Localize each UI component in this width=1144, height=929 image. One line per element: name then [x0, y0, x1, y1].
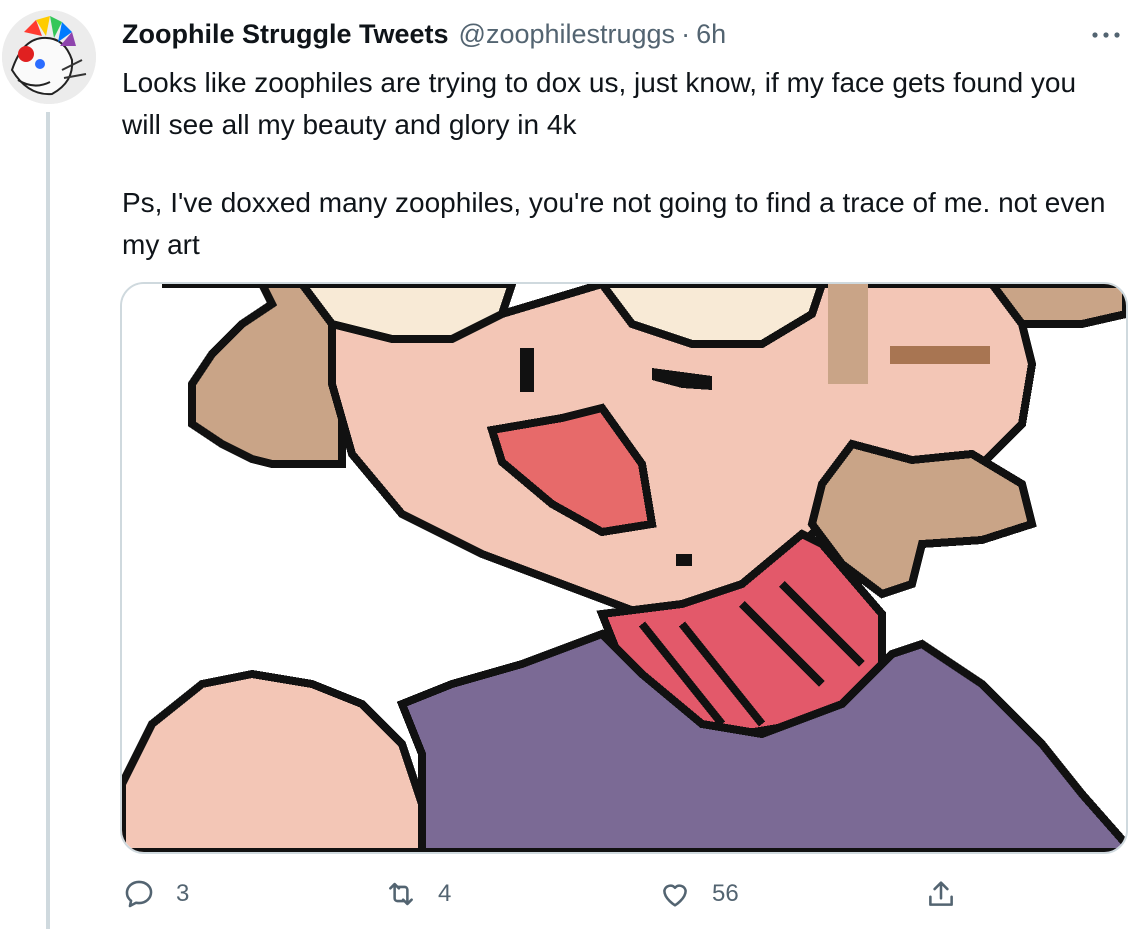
- reply-icon: [125, 880, 153, 908]
- reply-count: 3: [176, 880, 190, 907]
- timestamp[interactable]: 6h: [696, 19, 726, 50]
- heart-icon: [663, 884, 687, 907]
- tweet-paragraph: Ps, I've doxxed many zoophiles, you're n…: [122, 187, 1106, 260]
- avatar-image: [2, 10, 96, 104]
- tweet-actions: 3 4 56: [122, 868, 1126, 920]
- tweet-paragraph: Looks like zoophiles are trying to dox u…: [122, 67, 1077, 140]
- retweet-icon: [389, 882, 413, 906]
- separator-dot: ·: [681, 18, 691, 49]
- tweet-header: Zoophile Struggle Tweets @zoophilestrugg…: [122, 14, 726, 54]
- retweet-count: 4: [438, 880, 452, 907]
- tweet-media-image[interactable]: [120, 282, 1128, 854]
- display-name[interactable]: Zoophile Struggle Tweets: [122, 19, 449, 50]
- share-icon: [929, 881, 953, 906]
- share-button[interactable]: [924, 868, 958, 920]
- reply-button[interactable]: 3: [122, 868, 189, 920]
- more-button[interactable]: [1086, 20, 1126, 50]
- pixel-art-illustration: [122, 284, 1126, 852]
- thread-line: [46, 112, 50, 929]
- like-count: 56: [712, 880, 739, 907]
- retweet-button[interactable]: 4: [384, 868, 451, 920]
- like-button[interactable]: 56: [658, 868, 739, 920]
- avatar[interactable]: [2, 10, 96, 104]
- tweet-text: Looks like zoophiles are trying to dox u…: [122, 62, 1112, 266]
- user-handle[interactable]: @zoophilestruggs: [459, 19, 676, 50]
- more-horizontal-icon: [1092, 32, 1120, 38]
